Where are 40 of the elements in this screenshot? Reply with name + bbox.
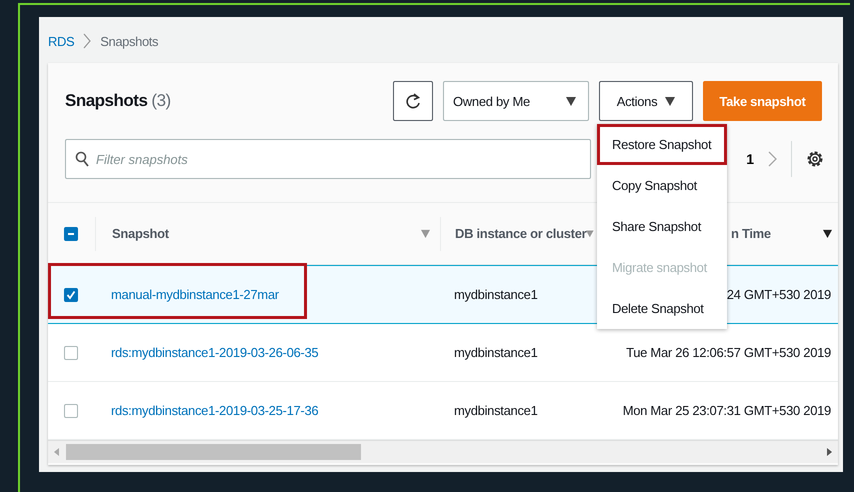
menu-item: Migrate snapshot <box>611 259 708 277</box>
horizontal-scrollbar[interactable] <box>48 440 838 463</box>
table-cell: mydbinstance1 <box>454 287 538 302</box>
breadcrumb-link[interactable]: RDS <box>48 34 74 48</box>
breadcrumb-current: Snapshots <box>100 34 158 48</box>
refresh-button[interactable] <box>393 81 433 121</box>
column-header[interactable]: DB instance or cluster <box>455 226 586 241</box>
card-title: Snapshots <box>65 91 148 110</box>
caret-icon <box>566 96 576 106</box>
sort-icon[interactable] <box>823 229 832 238</box>
chevron-icon <box>83 33 92 49</box>
owner-dropdown[interactable]: Owned by Me <box>443 81 589 121</box>
page-number[interactable]: 1 <box>746 151 754 167</box>
snapshot-link[interactable]: rds:mydbinstance1-2019-03-25-17-36 <box>111 403 318 418</box>
table-cell: mydbinstance1 <box>454 345 538 360</box>
snapshot-link[interactable]: manual-mydbinstance1-27mar <box>111 287 279 302</box>
check-icon <box>66 290 76 300</box>
search-field[interactable]: Filter snapshots <box>65 139 591 179</box>
next-page-icon[interactable] <box>768 151 777 167</box>
refresh-icon <box>405 92 421 110</box>
scroll-right-icon[interactable] <box>826 448 832 456</box>
scroll-left-icon[interactable] <box>54 448 60 456</box>
menu-item[interactable]: Delete Snapshot <box>597 288 727 329</box>
column-header[interactable]: Snapshot <box>112 226 169 241</box>
table-cell: mydbinstance1 <box>454 403 538 418</box>
settings-icon[interactable] <box>806 150 824 168</box>
snapshot-link[interactable]: rds:mydbinstance1-2019-03-26-06-35 <box>111 345 318 360</box>
caret-icon <box>665 96 676 106</box>
snapshot-count: (3) <box>151 91 171 110</box>
actions-button[interactable]: Actions <box>599 81 693 121</box>
checkbox[interactable] <box>64 226 78 240</box>
checkbox[interactable] <box>64 346 78 360</box>
menu-item[interactable]: Share Snapshot <box>597 206 727 247</box>
checkbox[interactable] <box>64 404 78 418</box>
checkbox[interactable] <box>64 288 78 302</box>
column-header[interactable]: n Time <box>731 226 771 241</box>
menu-item[interactable]: Copy Snapshot <box>597 165 727 206</box>
menu-item[interactable]: Restore Snapshot <box>597 124 727 165</box>
table-cell: Tue Mar 26 12:06:57 GMT+530 2019 <box>626 345 831 360</box>
table-cell: Mon Mar 25 23:07:31 GMT+530 2019 <box>622 403 831 418</box>
